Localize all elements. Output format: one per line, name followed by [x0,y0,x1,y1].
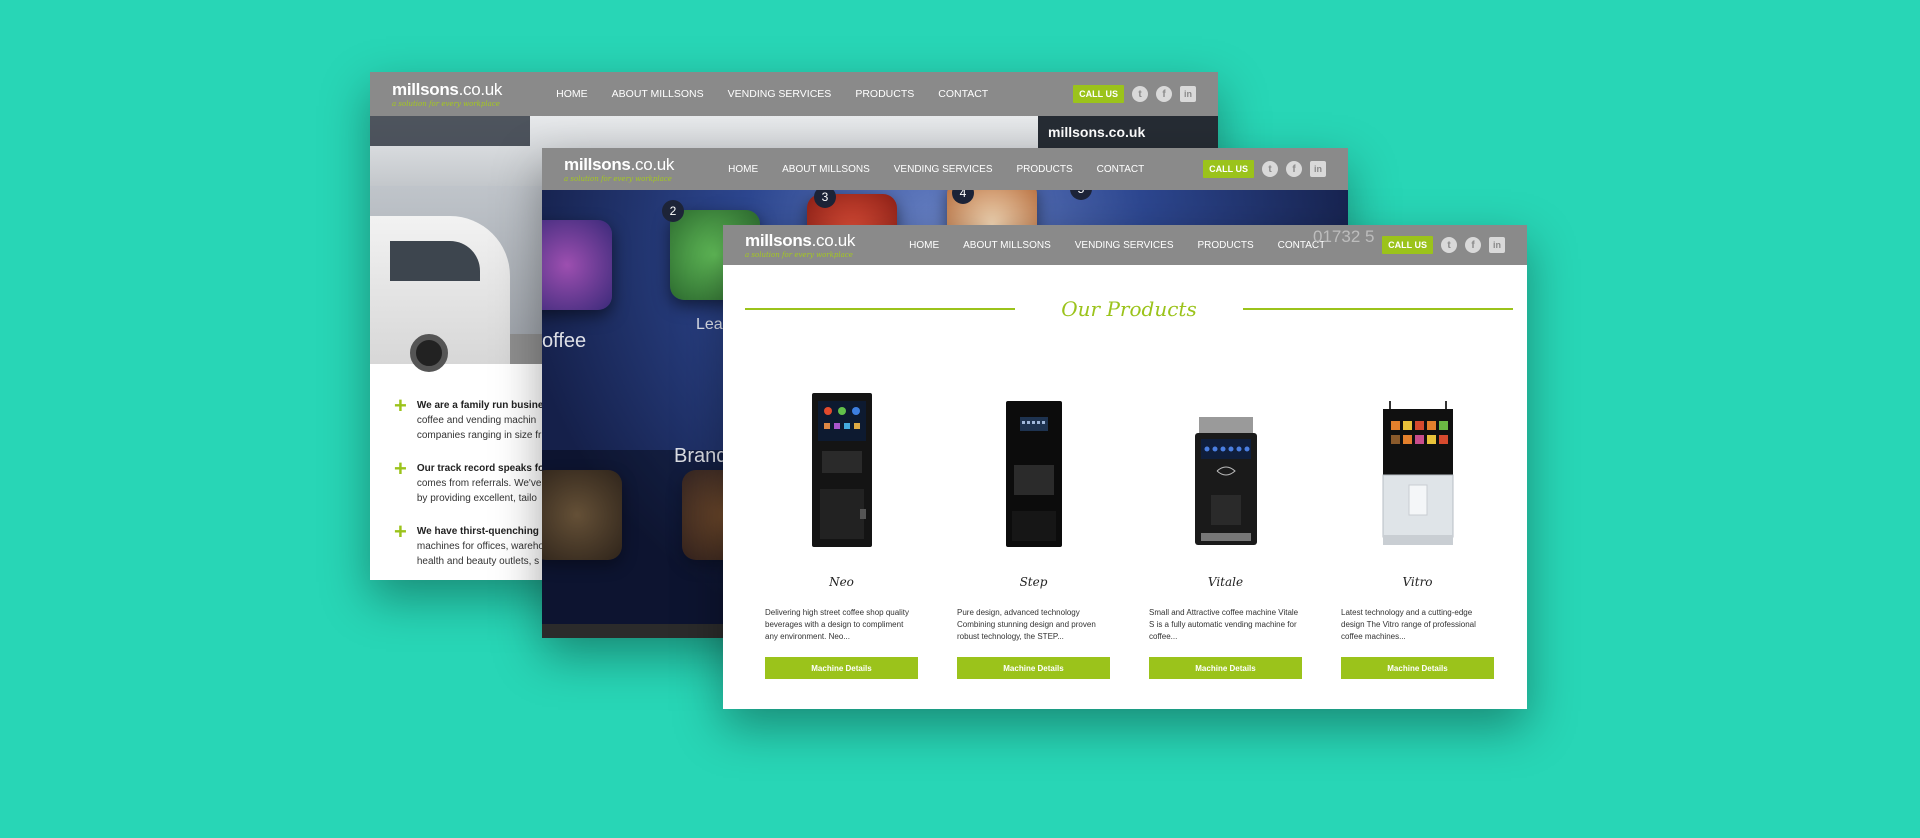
tile-label: Lea [696,316,723,333]
tile-number: 2 [662,200,684,222]
call-us-button[interactable]: CALL US [1203,160,1254,178]
nav-about[interactable]: ABOUT MILLSONS [770,164,882,175]
product-image[interactable] [810,389,874,549]
nav-home[interactable]: HOME [716,164,770,175]
list-item-lead: We are a family run busines [416,400,549,411]
divider [1242,308,1514,310]
coffee-tile [542,220,612,310]
section-heading: Our Products [745,297,1514,321]
nav-products[interactable]: PRODUCTS [1186,240,1266,251]
list-item-lead: Our track record speaks for [416,463,549,474]
main-nav: HOME ABOUT MILLSONS VENDING SERVICES PRO… [716,164,1156,175]
nav-vending-services[interactable]: VENDING SERVICES [882,164,1005,175]
step-machine-image [1005,401,1062,547]
product-name: Step [1019,575,1048,589]
vitale-machine-image [1194,417,1257,545]
nav-products[interactable]: PRODUCTS [843,88,926,100]
plus-icon: + [394,456,407,481]
logo-tagline: a solution for every workplace [392,99,500,108]
neo-machine-image [811,393,872,547]
product-grid: Neo Delivering high street coffee shop q… [765,389,1494,679]
site-logo[interactable]: millsons.co.uk a solution for every work… [564,156,674,183]
nav-vending-services[interactable]: VENDING SERVICES [716,88,844,100]
machine-details-button[interactable]: Machine Details [1149,657,1302,679]
product-description: Latest technology and a cutting-edge des… [1341,608,1476,641]
linkedin-icon[interactable]: in [1180,86,1196,102]
vitro-machine-image [1382,401,1453,545]
facebook-icon[interactable]: f [1286,161,1302,177]
nav-contact[interactable]: CONTACT [1085,164,1157,175]
facebook-icon[interactable]: f [1156,86,1172,102]
brand-coffee-tile [542,470,622,560]
main-nav: HOME ABOUT MILLSONS VENDING SERVICES PRO… [897,240,1337,251]
twitter-icon[interactable]: t [1132,86,1148,102]
linkedin-icon[interactable]: in [1310,161,1326,177]
products-page-screenshot: millsons.co.uk a solution for every work… [723,225,1527,709]
logo-tagline: a solution for every workplace [564,174,672,183]
product-image[interactable] [1379,389,1457,549]
list-item: + We are a family run busines coffee and… [394,393,554,443]
product-card: Vitale Small and Attractive coffee machi… [1149,389,1302,679]
about-list: + We are a family run busines coffee and… [394,393,554,580]
section-title: Our Products [1061,297,1197,321]
band-label: Brand [674,445,728,467]
call-us-button[interactable]: CALL US [1073,85,1124,103]
site-header: millsons.co.uk a solution for every work… [723,225,1527,265]
product-name: Vitale [1207,575,1244,589]
van-window [390,241,480,281]
product-description: Delivering high street coffee shop quali… [765,608,909,641]
product-name: Vitro [1402,575,1433,589]
logo-text: millsons [745,230,812,250]
product-card: Step Pure design, advanced technology Co… [957,389,1110,679]
list-item-text: comes from referrals. We've by providing… [416,478,542,504]
product-image[interactable] [1004,389,1064,549]
nav-about[interactable]: ABOUT MILLSONS [951,240,1063,251]
machine-details-button[interactable]: Machine Details [765,657,918,679]
product-image[interactable] [1191,389,1261,549]
twitter-icon[interactable]: t [1262,161,1278,177]
building-sign [370,116,530,146]
nav-about[interactable]: ABOUT MILLSONS [600,88,716,100]
plus-icon: + [394,393,407,418]
twitter-icon[interactable]: t [1441,237,1457,253]
tile-label: offee [542,330,587,352]
facebook-icon[interactable]: f [1465,237,1481,253]
logo-tld: .co.uk [811,230,856,250]
product-name: Neo [829,575,854,589]
logo-tld: .co.uk [458,79,503,99]
linkedin-icon[interactable]: in [1489,237,1505,253]
site-header: millsons.co.uk a solution for every work… [370,72,1218,116]
list-item-text: coffee and vending machin companies rang… [416,415,542,441]
building-sign-logo: millsons.co.uk [1038,116,1218,148]
site-header: millsons.co.uk a solution for every work… [542,148,1348,190]
list-item: + Our track record speaks for comes from… [394,456,554,506]
nav-products[interactable]: PRODUCTS [1005,164,1085,175]
divider [745,308,1016,310]
list-item-lead: We have thirst-quenching s [416,526,548,537]
logo-text: millsons [392,79,459,99]
nav-home[interactable]: HOME [544,88,600,100]
site-logo[interactable]: millsons.co.uk a solution for every work… [392,81,502,108]
site-logo[interactable]: millsons.co.uk a solution for every work… [745,232,855,259]
product-description: Pure design, advanced technology Combini… [957,608,1096,641]
product-description: Small and Attractive coffee machine Vita… [1149,608,1299,641]
machine-details-button[interactable]: Machine Details [957,657,1110,679]
product-card: Vitro Latest technology and a cutting-ed… [1341,389,1494,679]
nav-contact[interactable]: CONTACT [926,88,1000,100]
main-nav: HOME ABOUT MILLSONS VENDING SERVICES PRO… [544,88,1000,100]
phone-number[interactable]: 01732 5 [1313,227,1374,247]
logo-text: millsons [564,154,631,174]
machine-details-button[interactable]: Machine Details [1341,657,1494,679]
plus-icon: + [394,519,407,544]
list-item-text: machines for offices, wareho health and … [416,541,544,567]
nav-home[interactable]: HOME [897,240,951,251]
product-card: Neo Delivering high street coffee shop q… [765,389,918,679]
call-us-button[interactable]: CALL US [1382,236,1433,254]
nav-vending-services[interactable]: VENDING SERVICES [1063,240,1186,251]
van-wheel [410,334,448,372]
list-item: + We have thirst-quenching s machines fo… [394,519,554,569]
logo-tagline: a solution for every workplace [745,250,853,259]
logo-tld: .co.uk [630,154,675,174]
